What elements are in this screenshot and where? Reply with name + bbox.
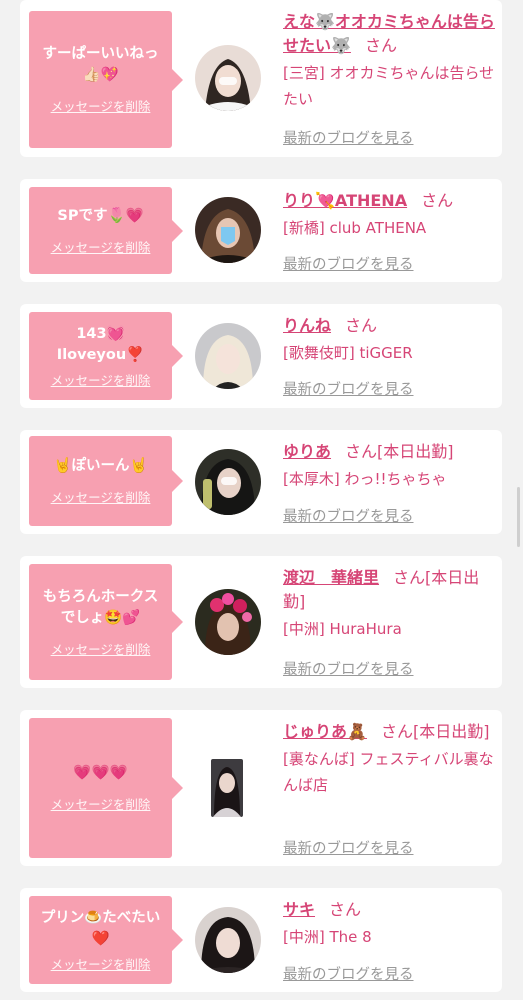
name-line: サキ さん [283,898,498,922]
shop-name: [本厚木] わっ!!ちゃちゃ [283,470,447,488]
avatar[interactable] [195,589,261,655]
message-bubble: 🤘ぽいーん🤘 メッセージを削除 [29,436,183,526]
message-card: 143💓 Iloveyou❣️ メッセージを削除 りんね さん [歌舞伎町] ti… [20,304,502,408]
shop-name: [三宮] オオカミちゃんは告らせたい [283,64,495,108]
sender-name-link[interactable]: じゅりあ🧸 [283,722,367,741]
avatar[interactable] [195,907,261,973]
honorific: さん [345,442,378,461]
message-bubble: プリン🍮たべたい ❤️ メッセージを削除 [29,896,183,984]
sender-name-link[interactable]: 渡辺 華緒里 [283,568,379,587]
name-line: りんね さん [283,314,498,338]
delete-message-link[interactable]: メッセージを削除 [51,96,151,115]
status-badge: [本日出勤] [412,722,490,741]
sender-name-link[interactable]: りり💘ATHENA [283,191,407,210]
message-bubble: もちろんホークス でしょ🤩💕 メッセージを削除 [29,564,183,680]
honorific: さん [329,900,362,919]
message-text: すーぱーいいねっ 👍🏻💖 [42,46,159,83]
message-text: プリン🍮たべたい ❤️ [40,909,161,947]
message-text: SPです🌷💗 [57,207,144,224]
message-card: すーぱーいいねっ 👍🏻💖 メッセージを削除 えな🐺オオカミちゃんは告らせたい🐺 さ… [20,0,502,157]
message-text: 💗💗💗 [73,765,128,781]
sender-info: 渡辺 華緒里 さん[本日出勤] [中洲] HuraHura [283,566,498,642]
sender-info: えな🐺オオカミちゃんは告らせたい🐺 さん [三宮] オオカミちゃんは告らせたい [283,10,498,112]
delete-message-link[interactable]: メッセージを削除 [51,487,151,506]
name-line: 渡辺 華緒里 さん[本日出勤] [283,566,498,614]
latest-blog-link[interactable]: 最新のブログを見る [283,963,414,984]
honorific: さん [380,722,413,741]
delete-message-link[interactable]: メッセージを削除 [51,794,151,813]
honorific: さん [364,36,397,55]
honorific: さん [393,568,426,587]
delete-message-link[interactable]: メッセージを削除 [51,237,151,256]
honorific: さん [421,191,454,210]
message-text: 143💓 Iloveyou❣️ [56,325,145,363]
sender-name-link[interactable]: りんね [283,316,331,335]
message-card: 💗💗💗 メッセージを削除 じゅりあ🧸 さん[本日出勤] [裏なんば] フェスティバ… [20,710,502,866]
message-bubble: すーぱーいいねっ 👍🏻💖 メッセージを削除 [29,11,183,148]
shop-name: [裏なんば] フェスティバル裏なんば店 [283,750,494,794]
shop-name: [中洲] The 8 [283,928,372,946]
shop-name: [中洲] HuraHura [283,620,402,638]
avatar[interactable] [195,45,261,111]
message-bubble: 143💓 Iloveyou❣️ メッセージを削除 [29,312,183,400]
avatar[interactable] [195,323,261,389]
scrollbar[interactable] [517,487,520,547]
message-text: 🤘ぽいーん🤘 [53,458,148,474]
shop-name: [新橋] club ATHENA [283,219,427,237]
latest-blog-link[interactable]: 最新のブログを見る [283,505,414,526]
delete-message-link[interactable]: メッセージを削除 [51,639,151,658]
shop-name: [歌舞伎町] tiGGER [283,344,413,362]
message-bubble: SPです🌷💗 メッセージを削除 [29,187,183,274]
delete-message-link[interactable]: メッセージを削除 [51,954,151,973]
message-card: 🤘ぽいーん🤘 メッセージを削除 ゆりあ さん[本日出勤] [本厚木] わっ!!ちゃ… [20,430,502,534]
avatar[interactable] [195,449,261,515]
sender-name-link[interactable]: ゆりあ [283,442,331,461]
message-card: SPです🌷💗 メッセージを削除 りり💘ATHENA さん [新橋] club AT… [20,179,502,282]
sender-info: りんね さん [歌舞伎町] tiGGER [283,314,498,366]
message-text: もちろんホークス でしょ🤩💕 [42,588,159,626]
name-line: ゆりあ さん[本日出勤] [283,440,498,464]
name-line: りり💘ATHENA さん [283,189,498,213]
latest-blog-link[interactable]: 最新のブログを見る [283,658,414,679]
sender-info: サキ さん [中洲] The 8 [283,898,498,950]
message-card: プリン🍮たべたい ❤️ メッセージを削除 サキ さん [中洲] The 8 最新の… [20,888,502,992]
avatar[interactable] [211,759,243,817]
sender-info: りり💘ATHENA さん [新橋] club ATHENA [283,189,498,241]
name-line: えな🐺オオカミちゃんは告らせたい🐺 さん [283,10,498,58]
latest-blog-link[interactable]: 最新のブログを見る [283,837,414,858]
name-line: じゅりあ🧸 さん[本日出勤] [283,720,498,744]
status-badge: [本日出勤] [377,442,454,461]
sender-info: ゆりあ さん[本日出勤] [本厚木] わっ!!ちゃちゃ [283,440,498,492]
message-bubble: 💗💗💗 メッセージを削除 [29,718,183,858]
honorific: さん [345,316,378,335]
sender-info: じゅりあ🧸 さん[本日出勤] [裏なんば] フェスティバル裏なんば店 [283,720,498,798]
latest-blog-link[interactable]: 最新のブログを見る [283,253,414,274]
avatar[interactable] [195,197,261,263]
delete-message-link[interactable]: メッセージを削除 [51,370,151,389]
latest-blog-link[interactable]: 最新のブログを見る [283,127,414,148]
message-card: もちろんホークス でしょ🤩💕 メッセージを削除 渡辺 華緒里 さん[本日出勤] [… [20,556,502,688]
sender-name-link[interactable]: サキ [283,900,315,919]
latest-blog-link[interactable]: 最新のブログを見る [283,378,414,399]
